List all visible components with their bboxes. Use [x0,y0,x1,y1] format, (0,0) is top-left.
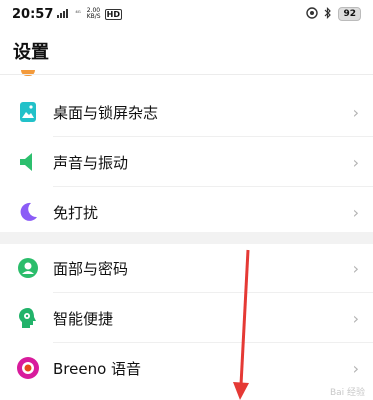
annotation-arrow [233,249,250,400]
watermark: Bai 经验 [329,388,365,398]
